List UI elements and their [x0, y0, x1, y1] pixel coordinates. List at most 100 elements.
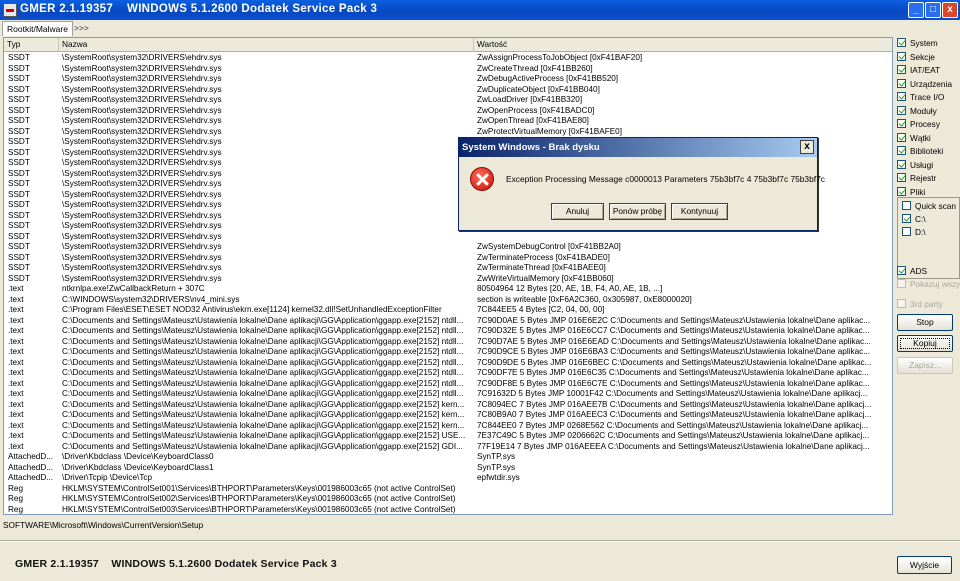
- save-button[interactable]: Zapisz...: [897, 357, 953, 374]
- table-row[interactable]: SSDT \SystemRoot\system32\DRIVERS\ehdrv.s…: [4, 253, 892, 264]
- checkbox-box[interactable]: [897, 105, 906, 115]
- table-row[interactable]: AttachedD... \Driver\Kbdclass \Device\Key…: [4, 462, 892, 474]
- row-type-cell: SSDT: [8, 179, 30, 188]
- column-header-name[interactable]: Nazwa: [59, 38, 474, 52]
- option-system-checkbox[interactable]: System: [897, 38, 938, 50]
- row-type-cell: SSDT: [8, 168, 30, 178]
- close-button[interactable]: x: [942, 2, 958, 18]
- option-quick-scan-checkbox[interactable]: Quick scan: [902, 201, 956, 213]
- table-row[interactable]: .text C:\Documents and Settings\Mateusz\U…: [4, 336, 892, 348]
- table-row[interactable]: .text C:\Documents and Settings\Mateusz\U…: [4, 410, 892, 421]
- maximize-button[interactable]: □: [925, 2, 941, 18]
- option-d-checkbox[interactable]: D:\: [902, 227, 926, 239]
- table-row[interactable]: .text C:\Documents and Settings\Mateusz\U…: [4, 347, 892, 358]
- tab-rootkit-malware[interactable]: Rootkit/Malware: [2, 21, 73, 36]
- checkbox-box[interactable]: [897, 146, 906, 155]
- table-row[interactable]: AttachedD... \Driver\Tcpip \Device\Tcp epf…: [4, 473, 892, 484]
- copy-button[interactable]: Kopiuj: [897, 335, 953, 352]
- checkbox-box: [897, 279, 906, 288]
- minimize-button[interactable]: _: [908, 2, 924, 18]
- table-row[interactable]: Reg HKLM\SYSTEM\ControlSet001\Services\BT…: [4, 483, 892, 495]
- cancel-button[interactable]: Anuluj: [551, 203, 604, 220]
- row-name-cell: C:\Documents and Settings\Mateusz\Ustawi…: [62, 399, 465, 409]
- checkbox-box[interactable]: [897, 78, 906, 88]
- table-row[interactable]: .text C:\Documents and Settings\Mateusz\U…: [4, 357, 892, 369]
- checkbox-label: IAT/EAT: [910, 65, 941, 75]
- table-row[interactable]: .text C:\Documents and Settings\Mateusz\U…: [4, 379, 892, 390]
- column-header-value[interactable]: Wartość: [474, 38, 892, 52]
- checkbox-box[interactable]: [897, 51, 906, 61]
- table-row[interactable]: .text C:\Documents and Settings\Mateusz\U…: [4, 420, 892, 432]
- table-row[interactable]: SSDT \SystemRoot\system32\DRIVERS\ehdrv.s…: [4, 116, 892, 127]
- dialog-close-button[interactable]: x: [800, 140, 814, 154]
- checkbox-box[interactable]: [897, 132, 906, 142]
- checkbox-box[interactable]: [897, 266, 906, 275]
- tab-more[interactable]: >>>: [70, 21, 93, 36]
- retry-button[interactable]: Ponów próbę: [609, 203, 666, 220]
- row-type-cell: .text: [8, 357, 24, 367]
- table-row[interactable]: AttachedD... \Driver\Kbdclass \Device\Key…: [4, 452, 892, 463]
- table-row[interactable]: SSDT \SystemRoot\system32\DRIVERS\ehdrv.s…: [4, 95, 892, 106]
- row-type-cell: SSDT: [8, 231, 30, 241]
- option-c-checkbox[interactable]: C:\: [902, 214, 926, 226]
- column-header-type[interactable]: Typ: [4, 38, 59, 52]
- table-row[interactable]: .text C:\Documents and Settings\Mateusz\U…: [4, 399, 892, 411]
- row-name-cell: C:\Documents and Settings\Mateusz\Ustawi…: [62, 431, 466, 440]
- option-trace-i-o-checkbox[interactable]: Trace I/O: [897, 92, 944, 104]
- continue-button[interactable]: Kontynuuj: [671, 203, 728, 220]
- results-list[interactable]: Typ Nazwa Wartość SSDT \SystemRoot\system…: [3, 37, 893, 515]
- row-type-cell: Reg: [8, 483, 24, 493]
- table-row[interactable]: .text C:\Program Files\ESET\ESET NOD32 An…: [4, 305, 892, 316]
- option-rejestr-checkbox[interactable]: Rejestr: [897, 173, 936, 185]
- option-biblioteki-checkbox[interactable]: Biblioteki: [897, 146, 943, 158]
- table-row[interactable]: SSDT \SystemRoot\system32\DRIVERS\ehdrv.s…: [4, 85, 892, 96]
- table-row[interactable]: .text C:\Documents and Settings\Mateusz\U…: [4, 326, 892, 337]
- checkbox-box[interactable]: [897, 186, 906, 196]
- option-sekcje-checkbox[interactable]: Sekcje: [897, 51, 935, 64]
- checkbox-box[interactable]: [897, 65, 906, 74]
- option-iat-eat-checkbox[interactable]: IAT/EAT: [897, 65, 940, 77]
- checkbox-box[interactable]: [897, 173, 906, 182]
- option-urz-dzenia-checkbox[interactable]: Urządzenia: [897, 78, 952, 91]
- table-row[interactable]: Reg HKLM\SYSTEM\ControlSet002\Services\BT…: [4, 494, 892, 505]
- table-row[interactable]: .text C:\Documents and Settings\Mateusz\U…: [4, 442, 892, 453]
- stop-button[interactable]: Stop: [897, 314, 953, 331]
- table-row[interactable]: .text C:\Documents and Settings\Mateusz\U…: [4, 389, 892, 400]
- row-name-cell: \SystemRoot\system32\DRIVERS\ehdrv.sys: [62, 273, 222, 283]
- table-row[interactable]: SSDT \SystemRoot\system32\DRIVERS\ehdrv.s…: [4, 231, 892, 243]
- table-row[interactable]: .text C:\WINDOWS\system32\DRIVERS\nv4_min…: [4, 295, 892, 306]
- checkbox-box[interactable]: [902, 214, 911, 223]
- option-modu-y-checkbox[interactable]: Moduły: [897, 105, 937, 118]
- checkbox-box[interactable]: [902, 201, 911, 210]
- table-row[interactable]: SSDT \SystemRoot\system32\DRIVERS\ehdrv.s…: [4, 242, 892, 253]
- option-ads-checkbox[interactable]: ADS: [897, 266, 927, 278]
- table-row[interactable]: .text C:\Documents and Settings\Mateusz\U…: [4, 431, 892, 442]
- table-row[interactable]: SSDT \SystemRoot\system32\DRIVERS\ehdrv.s…: [4, 64, 892, 75]
- option-w-tki-checkbox[interactable]: Wątki: [897, 132, 931, 145]
- row-type-cell: AttachedD...: [8, 473, 54, 482]
- option-us-ugi-checkbox[interactable]: Usługi: [897, 159, 933, 172]
- checkbox-box[interactable]: [897, 92, 906, 101]
- table-row[interactable]: Reg HKLM\SYSTEM\ControlSet003\Services\BT…: [4, 505, 892, 515]
- table-row[interactable]: SSDT \SystemRoot\system32\DRIVERS\ehdrv.s…: [4, 273, 892, 285]
- table-row[interactable]: SSDT \SystemRoot\system32\DRIVERS\ehdrv.s…: [4, 74, 892, 85]
- row-type-cell: AttachedD...: [8, 462, 54, 472]
- row-type-cell: .text: [8, 420, 24, 430]
- option-procesy-checkbox[interactable]: Procesy: [897, 119, 940, 131]
- row-name-cell: C:\Documents and Settings\Mateusz\Ustawi…: [62, 315, 464, 325]
- table-row[interactable]: SSDT \SystemRoot\system32\DRIVERS\ehdrv.s…: [4, 263, 892, 274]
- table-row[interactable]: SSDT \SystemRoot\system32\DRIVERS\ehdrv.s…: [4, 106, 892, 117]
- table-row[interactable]: SSDT \SystemRoot\system32\DRIVERS\ehdrv.s…: [4, 127, 892, 138]
- table-row[interactable]: SSDT \SystemRoot\system32\DRIVERS\ehdrv.s…: [4, 53, 892, 64]
- row-value-cell: ZwAssignProcessToJobObject [0xF41BAF20]: [477, 53, 643, 62]
- checkbox-box[interactable]: [902, 227, 911, 236]
- row-name-cell: \SystemRoot\system32\DRIVERS\ehdrv.sys: [62, 158, 222, 167]
- checkbox-box[interactable]: [897, 159, 906, 169]
- table-row[interactable]: .text ntkrnlpa.exe!ZwCallbackReturn + 307…: [4, 284, 892, 295]
- checkbox-box[interactable]: [897, 119, 906, 128]
- table-row[interactable]: .text C:\Documents and Settings\Mateusz\U…: [4, 315, 892, 327]
- row-value-cell: 7C90D7AE 5 Bytes JMP 016E6EAD C:\Documen…: [477, 336, 871, 346]
- checkbox-box[interactable]: [897, 38, 906, 47]
- exit-button[interactable]: Wyjście: [897, 556, 952, 574]
- table-row[interactable]: .text C:\Documents and Settings\Mateusz\U…: [4, 368, 892, 379]
